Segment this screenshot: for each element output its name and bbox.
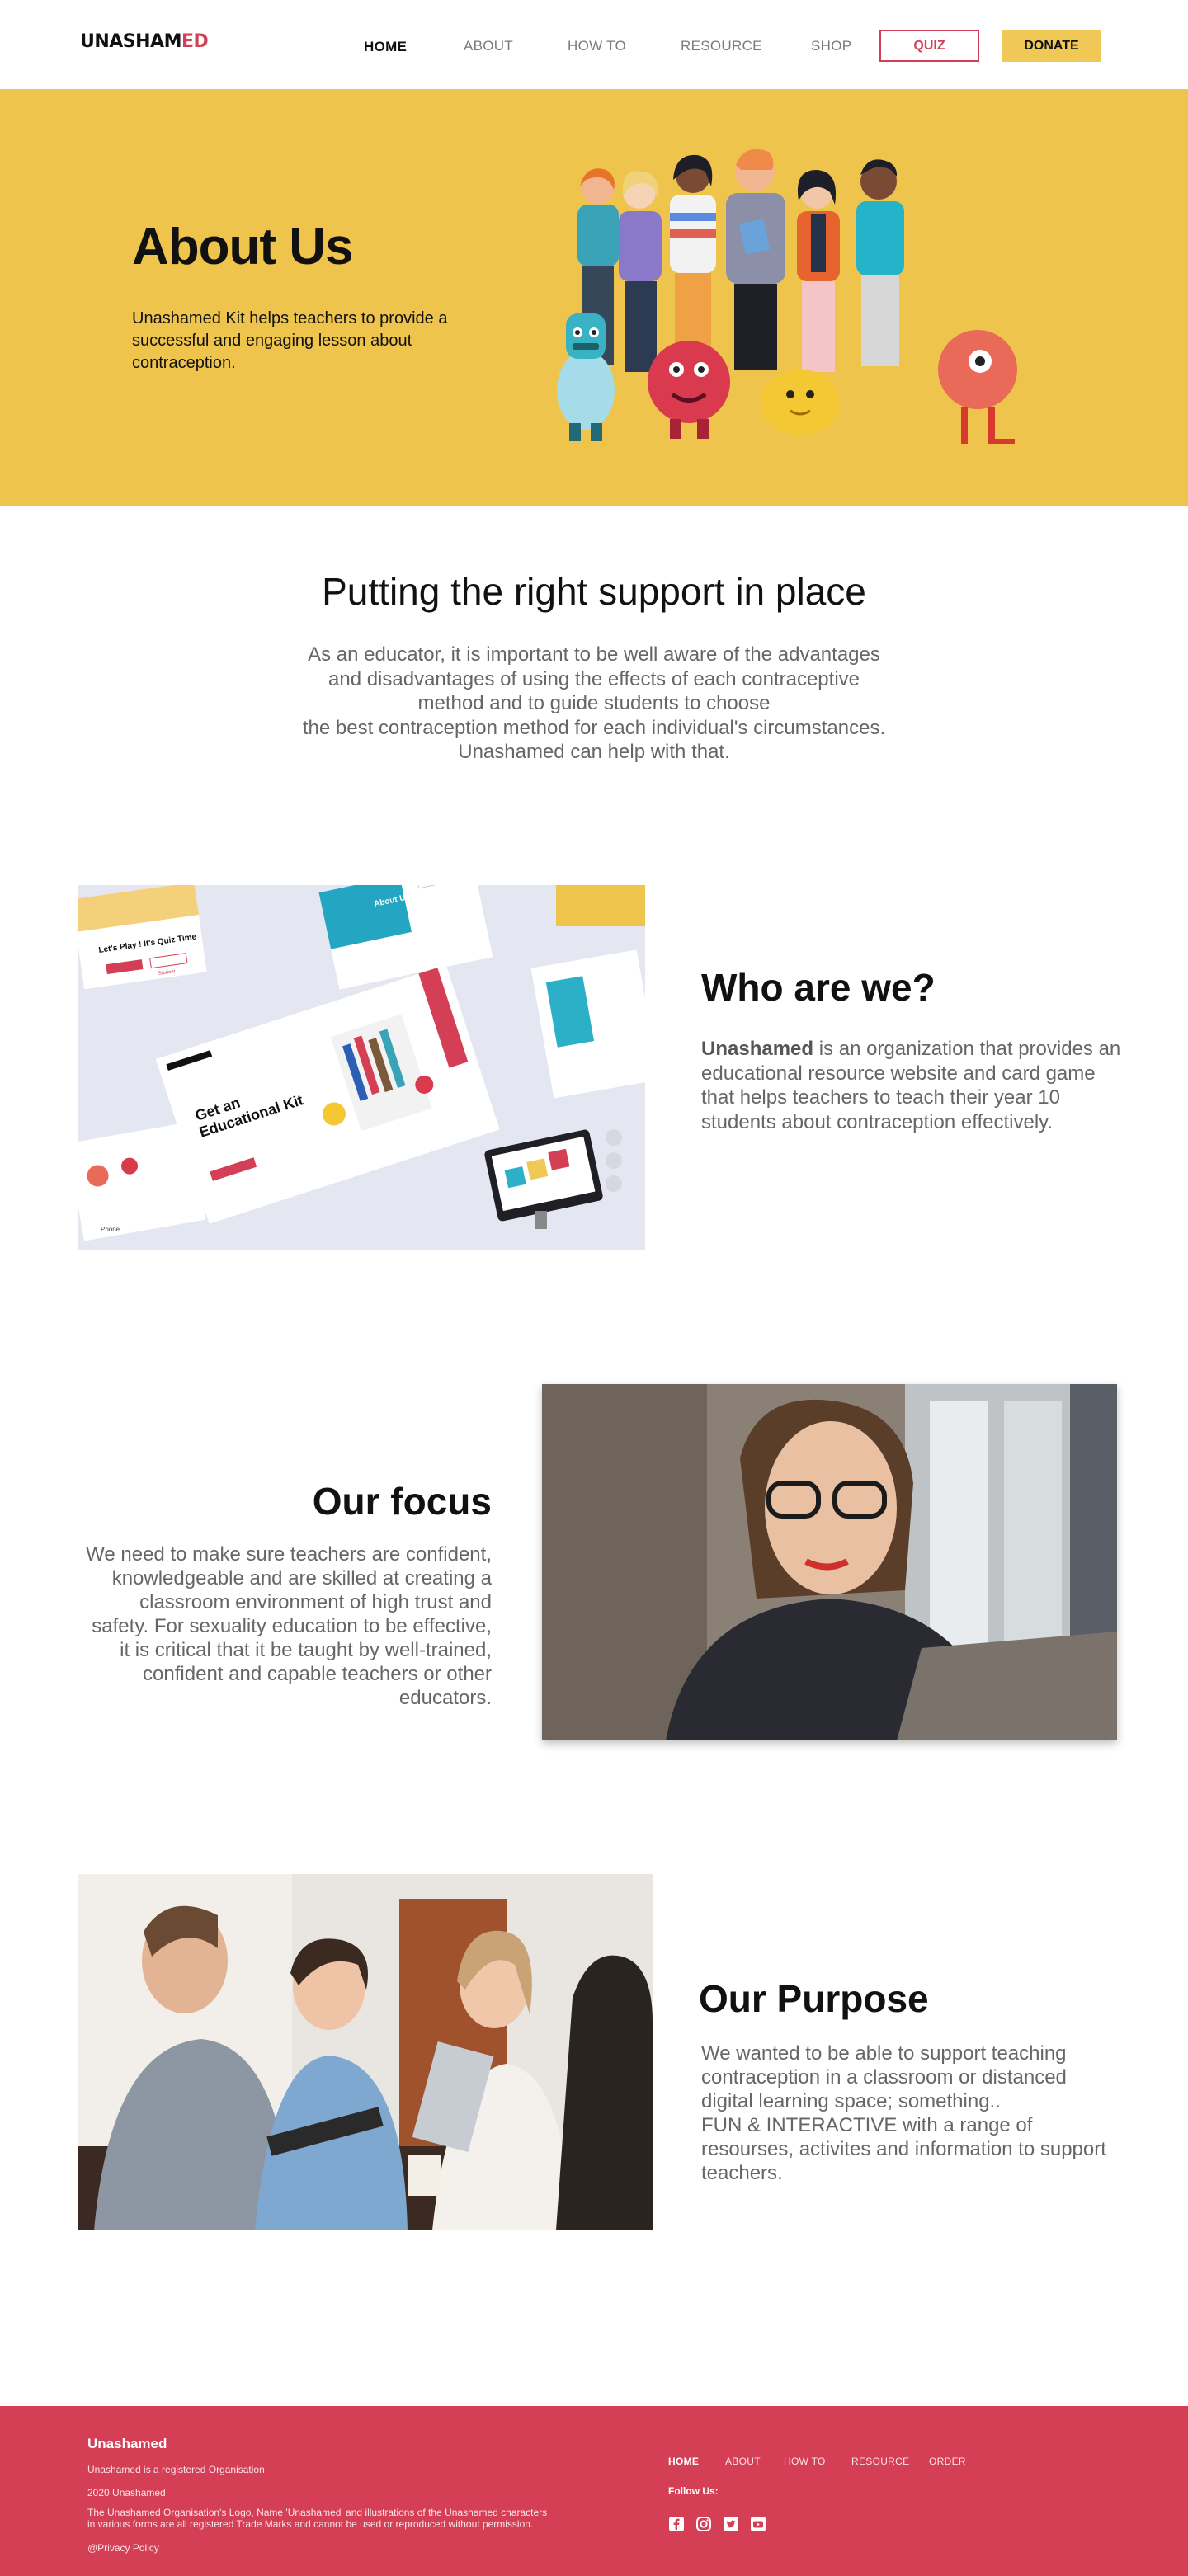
monster-red	[648, 341, 730, 439]
website-mockup-image: Let's Play ! It's Quiz Time Teacher Stud…	[78, 885, 645, 1250]
characters-illustration	[557, 148, 1017, 444]
nav-how-to[interactable]: HOW TO	[568, 38, 626, 54]
footer-nav-resource[interactable]: RESOURCE	[851, 2456, 909, 2467]
privacy-policy-link[interactable]: @Privacy Policy	[87, 2542, 159, 2554]
students-photo	[78, 1874, 653, 2230]
footer-year: 2020 Unashamed	[87, 2487, 166, 2498]
students-with-tablet-image	[78, 1874, 653, 2230]
facebook-icon[interactable]	[668, 2516, 685, 2532]
footer-legal-line1: The Unashamed Organisation's Logo, Name …	[87, 2507, 548, 2518]
woman-with-glasses-image	[542, 1384, 1117, 1740]
support-section-title: Putting the right support in place	[322, 570, 866, 613]
person-5	[797, 170, 840, 372]
hero-description: Unashamed Kit helps teachers to provide …	[132, 309, 448, 372]
footer-registered: Unashamed is a registered Organisation	[87, 2464, 265, 2475]
person-4	[726, 148, 785, 370]
hero-title: About Us	[132, 219, 354, 275]
unashamed-logo[interactable]: UNASHAMED	[80, 31, 209, 52]
quiz-button[interactable]: QUIZ	[879, 30, 979, 62]
youtube-icon[interactable]	[750, 2516, 766, 2532]
hero-banner: About Us Unashamed Kit helps teachers to…	[0, 89, 1188, 506]
footer-brand: Unashamed	[87, 2436, 167, 2451]
our-focus-title: Our focus	[312, 1480, 492, 1523]
logo-accent-text: ED	[181, 31, 209, 52]
person-2	[619, 171, 662, 372]
person-3	[670, 154, 716, 372]
footer: Unashamed Unashamed is a registered Orga…	[0, 2406, 1188, 2576]
nav-home[interactable]: HOME	[364, 39, 407, 55]
instagram-icon[interactable]	[695, 2516, 712, 2532]
footer-nav-about[interactable]: ABOUT	[725, 2456, 761, 2467]
support-section-text: As an educator, it is important to be we…	[302, 643, 886, 763]
donate-button[interactable]: DONATE	[1002, 30, 1101, 62]
phone-preview-label: Phone	[101, 1226, 120, 1233]
footer-legal-line2: in various forms are all registered Trad…	[87, 2518, 534, 2530]
nav-shop[interactable]: SHOP	[811, 38, 851, 54]
nav-resource[interactable]: RESOURCE	[681, 38, 762, 54]
monster-coral	[938, 330, 1017, 444]
logo-text: UNASHAM	[80, 31, 182, 52]
top-navigation: UNASHAMED HOME ABOUT HOW TO RESOURCE SHO…	[0, 0, 1188, 89]
our-purpose-text: We wanted to be able to support teaching…	[701, 2042, 1106, 2184]
monster-yellow	[761, 370, 840, 436]
teacher-photo	[542, 1384, 1117, 1740]
our-purpose-title: Our Purpose	[699, 1977, 929, 2020]
footer-nav-how-to[interactable]: HOW TO	[784, 2456, 826, 2467]
who-are-we-text: Unashamed is an organization that provid…	[701, 1037, 1122, 1134]
twitter-icon[interactable]	[723, 2516, 739, 2532]
who-are-we-title: Who are we?	[701, 966, 936, 1009]
our-focus-text: We need to make sure teachers are confid…	[86, 1543, 492, 1709]
nav-about[interactable]: ABOUT	[464, 38, 513, 54]
website-preview-collage: Let's Play ! It's Quiz Time Teacher Stud…	[78, 885, 645, 1250]
person-6	[856, 159, 904, 366]
footer-nav-home[interactable]: HOME	[668, 2456, 699, 2467]
footer-nav-order[interactable]: ORDER	[929, 2456, 966, 2467]
who-bold-name: Unashamed	[701, 1038, 814, 1060]
follow-us-label: Follow Us:	[668, 2485, 719, 2497]
